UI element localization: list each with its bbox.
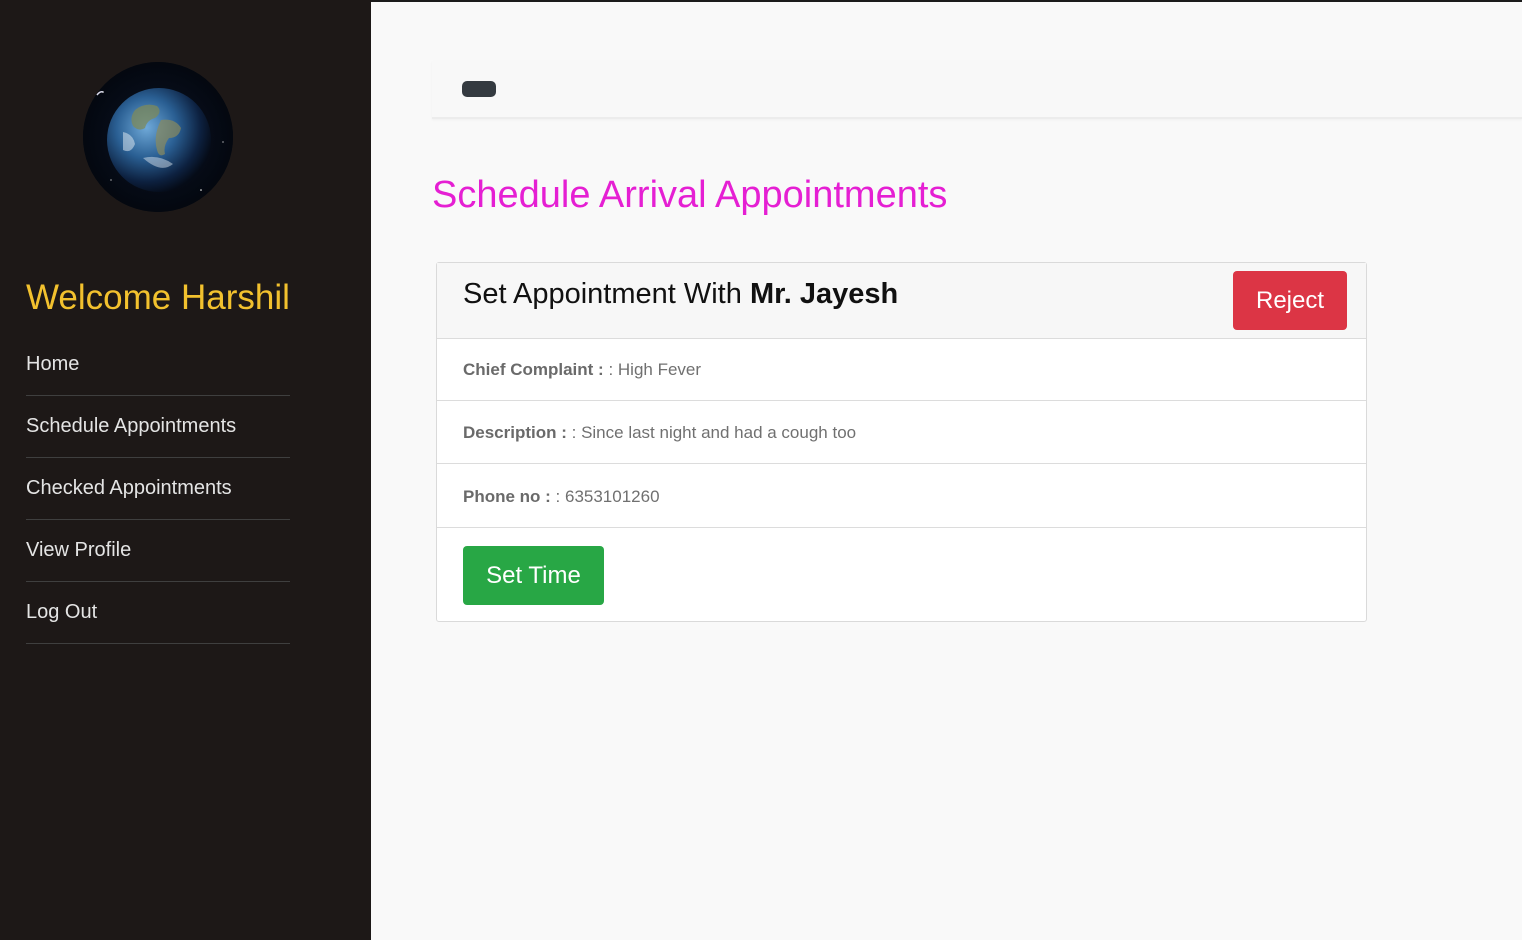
sidebar: Welcome Harshil Home Schedule Appointmen… xyxy=(0,0,371,940)
page-title: Schedule Arrival Appointments xyxy=(432,174,948,216)
top-navbar xyxy=(432,61,1522,119)
sidebar-item-view-profile[interactable]: View Profile xyxy=(26,520,290,582)
welcome-heading: Welcome Harshil xyxy=(26,278,290,317)
list-item-description: Description : : Since last night and had… xyxy=(437,402,1366,464)
field-label: Chief Complaint : xyxy=(463,360,609,379)
avatar xyxy=(83,62,233,212)
header-prefix: Set Appointment With xyxy=(463,278,750,310)
main-content: Schedule Arrival Appointments Set Appoin… xyxy=(371,2,1522,940)
card-header-title: Set Appointment With Mr. Jayesh xyxy=(463,278,898,311)
sidebar-toggle-button[interactable] xyxy=(462,81,496,97)
card-header: Set Appointment With Mr. Jayesh Reject xyxy=(437,263,1366,339)
field-label: Phone no : xyxy=(463,487,556,506)
patient-name: Mr. Jayesh xyxy=(749,278,899,310)
earth-avatar-image xyxy=(83,62,233,212)
list-item-phone: Phone no : : 6353101260 xyxy=(437,466,1366,528)
field-value: : High Fever xyxy=(608,360,702,379)
list-item-chief-complaint: Chief Complaint : : High Fever xyxy=(437,339,1366,401)
reject-button[interactable]: Reject xyxy=(1233,271,1347,330)
field-value: : Since last night and had a cough too xyxy=(571,423,857,442)
card-actions: Set Time xyxy=(437,529,1366,621)
sidebar-nav: Home Schedule Appointments Checked Appoi… xyxy=(26,334,290,644)
field-label: Description : xyxy=(463,423,572,442)
appointment-card: Set Appointment With Mr. Jayesh Reject C… xyxy=(436,262,1367,622)
sidebar-item-log-out[interactable]: Log Out xyxy=(26,582,290,644)
sidebar-item-schedule-appointments[interactable]: Schedule Appointments xyxy=(26,396,290,458)
sidebar-item-checked-appointments[interactable]: Checked Appointments xyxy=(26,458,290,520)
field-value: : 6353101260 xyxy=(555,487,660,506)
sidebar-item-home[interactable]: Home xyxy=(26,334,290,396)
set-time-button[interactable]: Set Time xyxy=(463,546,604,605)
